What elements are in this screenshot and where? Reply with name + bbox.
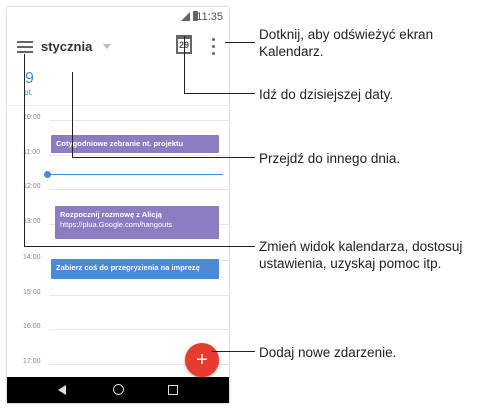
- menu-icon[interactable]: [17, 41, 33, 53]
- weekday-label: pt.: [24, 88, 33, 97]
- callout-add-event: Dodaj nowe zdarzenie.: [259, 345, 397, 360]
- back-icon[interactable]: [58, 385, 66, 395]
- callout-line-today: [184, 93, 255, 94]
- callout-line-day: [72, 72, 73, 157]
- app-bar: stycznia 29: [7, 27, 229, 68]
- callout-line-day: [72, 157, 255, 158]
- month-selector[interactable]: stycznia: [41, 39, 92, 54]
- hour-label: 14:00: [23, 254, 44, 261]
- hour-label: 13:00: [23, 218, 44, 225]
- hour-label: 12:00: [23, 183, 44, 190]
- event-detail: https://plua.Google.com/hangouts: [60, 220, 173, 229]
- hour-row: 12:00: [23, 183, 229, 190]
- callout-line-refresh: [225, 42, 255, 43]
- hour-row: 15:00: [23, 289, 229, 296]
- phone-screen: 11:35 stycznia 29 9 pt. 10:00 11:00 12:0…: [7, 7, 229, 403]
- navigation-bar: [7, 377, 229, 403]
- hour-label: 15:00: [23, 289, 44, 296]
- chevron-down-icon[interactable]: [103, 44, 111, 49]
- signal-icon: [181, 12, 190, 21]
- event-title: Zabierz coś do przegryzienia na imprezę: [56, 263, 200, 272]
- status-bar: 11:35: [7, 7, 229, 27]
- current-time-line: [47, 174, 223, 175]
- callout-line-add: [212, 351, 255, 352]
- callout-today: Idź do dzisiejszej daty.: [259, 87, 394, 102]
- hour-label: 11:00: [23, 149, 43, 156]
- overflow-menu-icon[interactable]: [212, 38, 216, 56]
- event-snack[interactable]: Zabierz coś do przegryzienia na imprezę: [51, 259, 219, 279]
- recent-apps-icon[interactable]: [168, 385, 178, 395]
- day-number: 9: [25, 70, 34, 87]
- callout-line-menu: [24, 246, 255, 247]
- hour-label: 10:00: [23, 114, 44, 121]
- event-hangout[interactable]: Rozpocznij rozmowę z Alicją https://plua…: [55, 206, 219, 239]
- hour-label: 17:00: [23, 358, 44, 365]
- event-title: Cotygodniowe zebranie nt. projektu: [56, 139, 184, 148]
- home-icon[interactable]: [113, 384, 124, 395]
- hour-label: 16:00: [23, 323, 44, 330]
- status-time: 11:35: [196, 11, 223, 23]
- callout-refresh: Dotknij, aby odświeżyć ekran Kalendarz.: [259, 27, 434, 59]
- add-event-button[interactable]: +: [185, 343, 219, 377]
- callout-line-today: [184, 36, 185, 93]
- day-header[interactable]: 9 pt.: [7, 67, 229, 106]
- callout-line-menu: [24, 54, 25, 246]
- callout-menu: Zmień widok kalendarza, dostosuj ustawie…: [259, 239, 463, 271]
- event-title: Rozpocznij rozmowę z Alicją: [60, 210, 162, 219]
- event-weekly-meeting[interactable]: Cotygodniowe zebranie nt. projektu: [51, 135, 219, 153]
- hour-row: 16:00: [23, 323, 229, 330]
- hour-row: 11:00: [23, 149, 229, 156]
- callout-change-day: Przejdź do innego dnia.: [259, 151, 401, 166]
- hour-row: 10:00: [23, 114, 229, 121]
